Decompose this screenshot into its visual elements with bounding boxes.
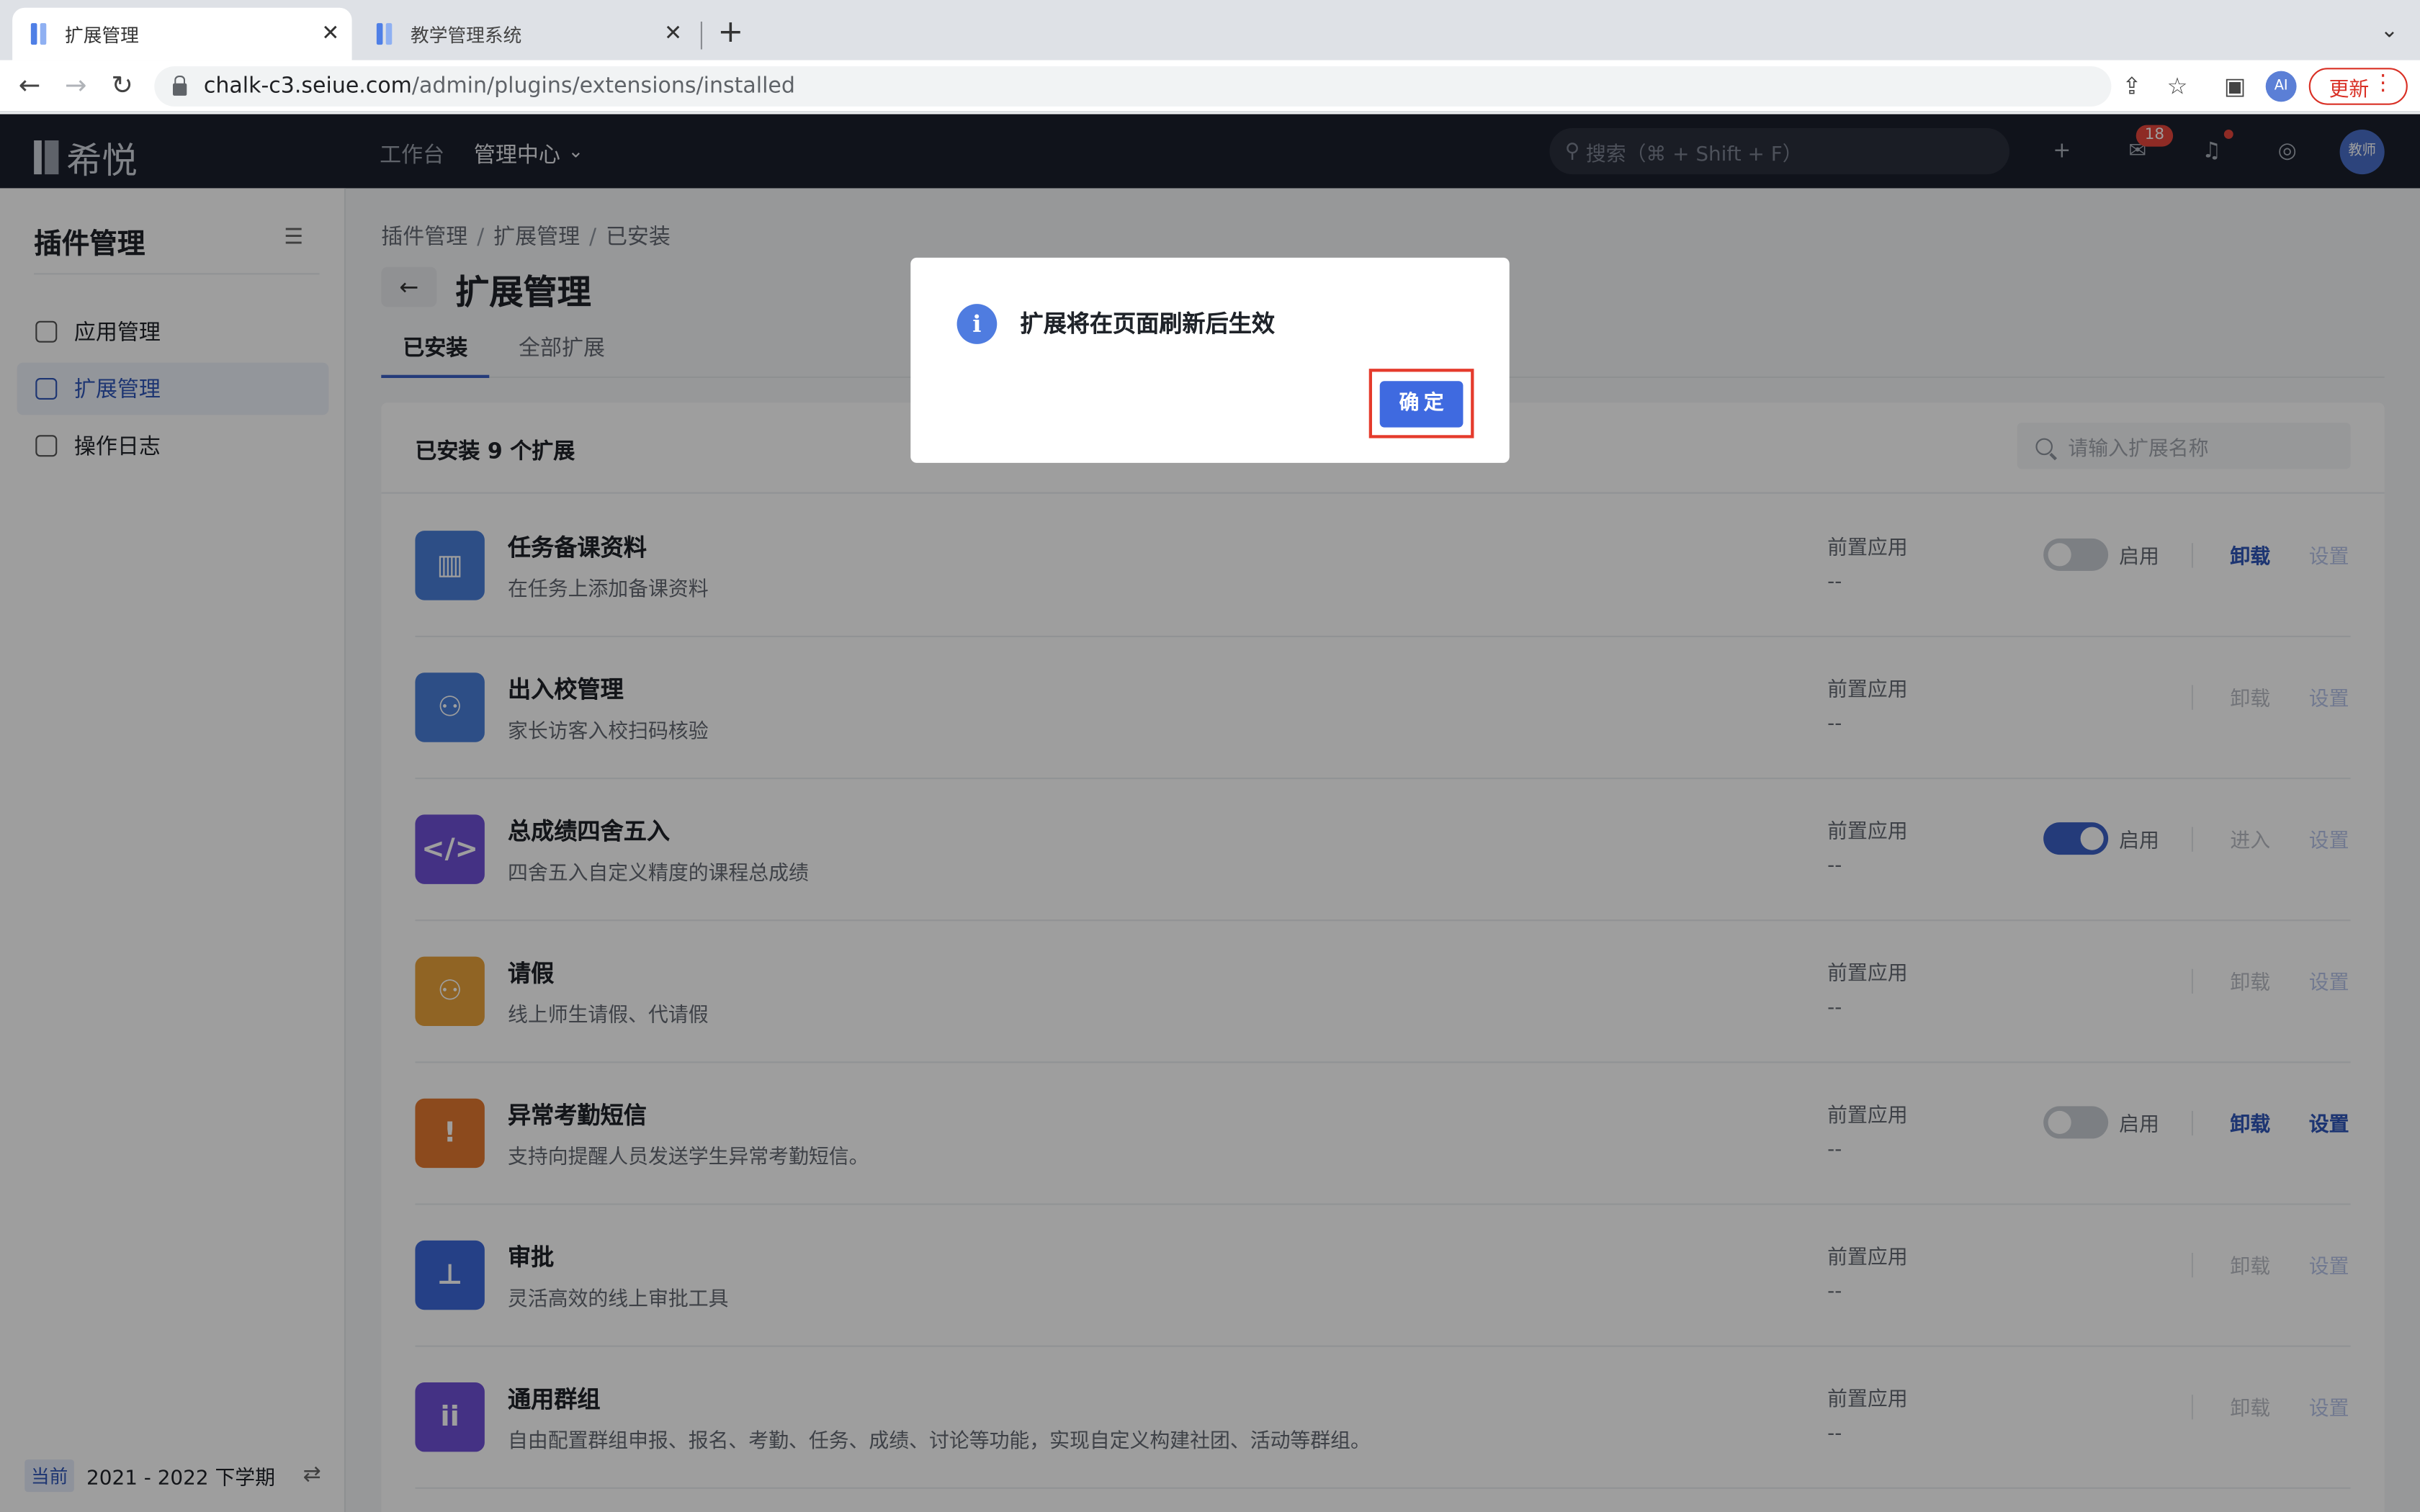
browser-toolbar: ← → ↻ chalk-c3.seiue.com/admin/plugins/e… xyxy=(0,60,2420,113)
new-tab-button[interactable]: + xyxy=(717,15,743,46)
info-icon: i xyxy=(956,304,998,344)
browser-tab-inactive[interactable]: 教学管理系统 ✕ xyxy=(358,8,694,60)
share-icon[interactable]: ⇪ xyxy=(2122,73,2141,101)
bookmark-star-icon[interactable]: ☆ xyxy=(2167,73,2188,101)
browser-tab-active[interactable]: 扩展管理 ✕ xyxy=(12,7,352,60)
forward-arrow-icon[interactable]: → xyxy=(65,73,87,101)
close-tab-icon[interactable]: ✕ xyxy=(321,22,339,46)
tab-search-chevron-icon[interactable]: ⌄ xyxy=(2380,19,2398,43)
side-panel-icon[interactable]: ▣ xyxy=(2224,73,2246,101)
lock-icon xyxy=(173,75,187,96)
site-favicon-icon xyxy=(30,23,50,45)
more-vert-icon: ⋮ xyxy=(2372,71,2394,96)
reload-icon[interactable]: ↻ xyxy=(111,73,133,101)
back-arrow-icon[interactable]: ← xyxy=(19,73,41,101)
site-favicon-icon xyxy=(376,23,395,45)
url-host: chalk-c3.seiue.com xyxy=(203,73,412,99)
browser-update-button[interactable]: 更新 ⋮ xyxy=(2308,68,2408,105)
ok-button[interactable]: 确定 xyxy=(1379,381,1464,428)
profile-avatar[interactable]: AI xyxy=(2265,71,2297,102)
browser-tabstrip: 扩展管理 ✕ 教学管理系统 ✕ + ⌄ xyxy=(0,0,2420,60)
confirm-dialog: i 扩展将在页面刷新后生效 确定 xyxy=(910,257,1510,463)
tab-divider xyxy=(700,22,702,50)
browser-tab-title: 教学管理系统 xyxy=(411,24,522,46)
dialog-message: 扩展将在页面刷新后生效 xyxy=(1020,310,1276,338)
url-path: /admin/plugins/extensions/installed xyxy=(411,73,795,99)
close-tab-icon[interactable]: ✕ xyxy=(664,22,682,46)
address-bar[interactable]: chalk-c3.seiue.com/admin/plugins/extensi… xyxy=(154,66,2112,107)
browser-tab-title: 扩展管理 xyxy=(65,24,139,46)
header-mask xyxy=(0,114,2420,189)
update-label: 更新 xyxy=(2329,78,2370,102)
